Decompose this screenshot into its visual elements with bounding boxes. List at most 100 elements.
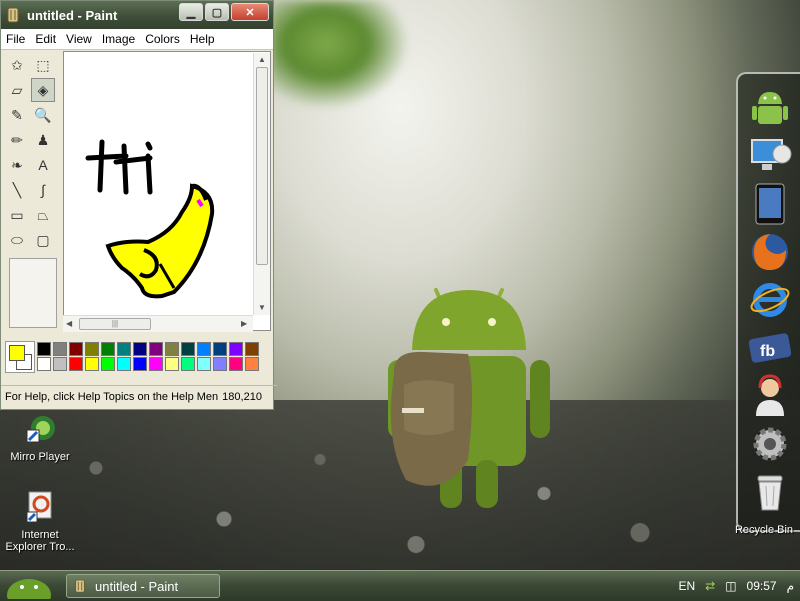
paint-window[interactable]: untitled - Paint ▁ ▢ ✕ File Edit View Im… (0, 0, 277, 410)
airbrush-icon[interactable]: ❧ (5, 153, 29, 177)
palette-swatch[interactable] (101, 342, 115, 356)
palette-swatch[interactable] (165, 342, 179, 356)
palette-swatch[interactable] (133, 342, 147, 356)
menu-bar: File Edit View Image Colors Help (1, 29, 273, 50)
taskbar-paint-button[interactable]: untitled - Paint (66, 574, 220, 598)
fill-icon[interactable]: ◈ (31, 78, 55, 102)
line-icon[interactable]: ╲ (5, 178, 29, 202)
palette-swatch[interactable] (133, 357, 147, 371)
desktop-icon-mirro-player[interactable]: Mirro Player (0, 412, 80, 463)
menu-image[interactable]: Image (97, 32, 140, 46)
firefox-icon[interactable] (748, 230, 792, 274)
brush-icon[interactable]: ♟ (31, 128, 55, 152)
palette-swatch[interactable] (85, 342, 99, 356)
computer-icon[interactable] (748, 134, 792, 178)
language-indicator[interactable]: EN (678, 579, 695, 593)
palette-swatch[interactable] (101, 357, 115, 371)
android-mascot-wallpaper (388, 288, 550, 508)
minimize-button[interactable]: ▁ (179, 3, 203, 21)
menu-file[interactable]: File (1, 32, 30, 46)
palette-swatch[interactable] (213, 357, 227, 371)
palette-swatch[interactable] (181, 342, 195, 356)
color-palette (5, 341, 271, 375)
palette-swatch[interactable] (213, 342, 227, 356)
palette-swatch[interactable] (53, 342, 67, 356)
rectangle-icon[interactable]: ▭ (5, 203, 29, 227)
magnifier-icon[interactable]: 🔍 (31, 103, 55, 127)
volume-icon[interactable]: ◫ (725, 579, 736, 593)
status-coordinates: 180,210 (222, 391, 262, 403)
clock-time[interactable]: 09:57 (747, 579, 777, 593)
palette-swatch[interactable] (37, 342, 51, 356)
polygon-icon[interactable]: ⏢ (31, 203, 55, 227)
palette-swatch[interactable] (37, 357, 51, 371)
palette-swatch[interactable] (245, 357, 259, 371)
curve-icon[interactable]: ∫ (31, 178, 55, 202)
maximize-button[interactable]: ▢ (205, 3, 229, 21)
palette-swatch[interactable] (69, 357, 83, 371)
palette-swatch[interactable] (245, 342, 259, 356)
recycle-bin-label: Recycle Bin (734, 524, 794, 536)
foreground-color (9, 345, 25, 361)
ipad-icon[interactable] (748, 182, 792, 226)
menu-view[interactable]: View (61, 32, 97, 46)
palette-swatch[interactable] (165, 357, 179, 371)
minimize-icon: ▁ (186, 6, 196, 19)
internet-explorer-shortcut-icon (26, 491, 52, 523)
scroll-right-icon[interactable]: ▶ (241, 319, 247, 328)
palette-swatch[interactable] (53, 357, 67, 371)
vertical-scrollbar[interactable]: ▲ ▼ (253, 53, 270, 315)
settings-gear-icon[interactable] (748, 422, 792, 466)
current-colors[interactable] (5, 341, 35, 373)
menu-help[interactable]: Help (185, 32, 220, 46)
palette-swatch[interactable] (197, 342, 211, 356)
svg-text:fb: fb (760, 343, 775, 360)
desktop-icon-internet-explorer[interactable]: Internet Explorer Tro... (0, 490, 80, 553)
drawing-canvas[interactable] (63, 51, 271, 331)
paint-titlebar[interactable]: untitled - Paint ▁ ▢ ✕ (1, 1, 273, 29)
palette-swatch[interactable] (149, 357, 163, 371)
pick-color-icon[interactable]: ✎ (5, 103, 29, 127)
text-icon[interactable]: A (31, 153, 55, 177)
taskbar: untitled - Paint EN ⇄ ◫ 09:57 م (0, 570, 800, 601)
select-icon[interactable]: ⬚ (31, 53, 55, 77)
pencil-icon[interactable]: ✏ (5, 128, 29, 152)
vertical-scroll-thumb[interactable] (256, 67, 268, 265)
window-title: untitled - Paint (27, 7, 118, 23)
internet-explorer-icon[interactable] (748, 278, 792, 322)
menu-edit[interactable]: Edit (30, 32, 61, 46)
palette-swatch[interactable] (229, 342, 243, 356)
palette-swatch[interactable] (149, 342, 163, 356)
scroll-up-icon[interactable]: ▲ (258, 55, 266, 64)
support-agent-icon[interactable] (748, 374, 792, 418)
palette-swatch[interactable] (117, 357, 131, 371)
status-bar: For Help, click Help Topics on the Help … (1, 385, 277, 408)
side-dock: fb (736, 72, 800, 532)
recycle-bin-icon[interactable] (748, 470, 792, 514)
close-button[interactable]: ✕ (231, 3, 269, 21)
free-form-select-icon[interactable]: ✩ (5, 53, 29, 77)
android-icon[interactable] (748, 86, 792, 130)
ellipse-icon[interactable]: ⬭ (5, 228, 29, 252)
scroll-left-icon[interactable]: ◀ (66, 319, 72, 328)
palette-swatch[interactable] (69, 342, 83, 356)
palette-swatch[interactable] (197, 357, 211, 371)
taskbar-paint-title: untitled - Paint (95, 578, 179, 594)
horizontal-scroll-thumb[interactable]: ||| (79, 318, 151, 330)
horizontal-scrollbar[interactable]: ◀ ||| ▶ (63, 315, 253, 332)
network-icon[interactable]: ⇄ (705, 579, 715, 593)
facebook-icon[interactable]: fb (748, 326, 792, 370)
rounded-rectangle-icon[interactable]: ▢ (31, 228, 55, 252)
menu-colors[interactable]: Colors (140, 32, 185, 46)
desktop-icon-label: Mirro Player (10, 451, 70, 463)
palette-swatch[interactable] (229, 357, 243, 371)
tool-options-panel[interactable] (9, 258, 57, 328)
palette-swatch[interactable] (85, 357, 99, 371)
eraser-icon[interactable]: ▱ (5, 78, 29, 102)
palette-swatch[interactable] (117, 342, 131, 356)
system-tray: EN ⇄ ◫ 09:57 م (678, 577, 794, 595)
scroll-down-icon[interactable]: ▼ (258, 303, 266, 312)
palette-swatch[interactable] (181, 357, 195, 371)
start-button-android-icon[interactable] (4, 573, 54, 599)
desktop-icon-label: Internet Explorer Tro... (5, 529, 75, 553)
